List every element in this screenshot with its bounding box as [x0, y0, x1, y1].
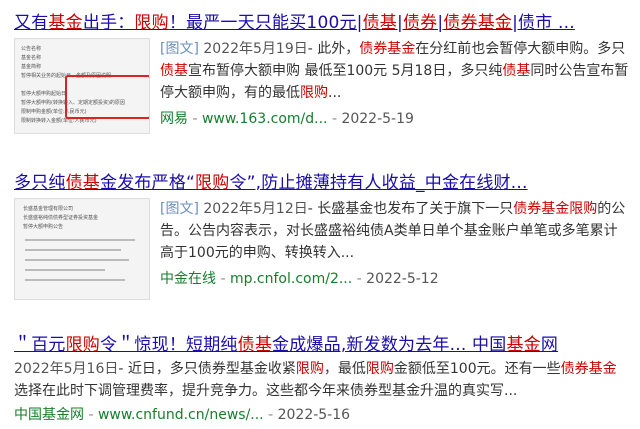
highlighted-keyword: 债券基金 [359, 41, 416, 57]
title-text: 多只纯 [14, 173, 66, 193]
result-title-link[interactable]: ＂百元限购令＂惊现！短期纯债基金成爆品,新发数为去年... 中国基金网 [14, 330, 558, 355]
snippet-text: - 近日，多只债券型基金收紧 [118, 361, 296, 377]
separator: - [188, 111, 202, 127]
snippet-text: 选择在此时下调管理费率，提升竞争力。这些都今年来债券型基金升温的真实写... [14, 383, 518, 399]
source-url: www.163.com/d... [201, 111, 328, 127]
source-name: 中国基金网 [14, 407, 84, 423]
image-text-tag: [图文] [160, 41, 204, 57]
search-result-2: 多只纯债基金发布严格“限购令”,防止摊薄持有人收益_中金在线财... 长盛基金管… [0, 160, 640, 310]
result-snippet: [图文] 2022年5月12日- 长盛基金也发布了关于旗下一只债券基金限购的公告… [160, 198, 630, 264]
snippet-text: 多只 [597, 41, 626, 57]
title-text: 令＂惊现！短期纯 [100, 335, 238, 355]
highlighted-keyword: 债基 [237, 335, 273, 355]
highlighted-keyword: 基金 [48, 13, 83, 33]
result-title-link[interactable]: 多只纯债基金发布严格“限购令”,防止摊薄持有人收益_中金在线财... [14, 168, 528, 193]
highlighted-keyword: 限购 [134, 13, 169, 33]
snippet-text: - 长盛基金也发布了关于旗下一只 [307, 201, 514, 217]
result-source[interactable]: 中金在线 - mp.cnfol.com/2... - 2022-5-12 [160, 268, 439, 288]
highlighted-keyword: 限购 [365, 361, 394, 377]
source-url: www.cnfund.cn/news/... [97, 407, 264, 423]
highlighted-keyword: 限购 [195, 173, 230, 193]
search-result-1: 又有基金出手：限购！最严一天只能买100元|债基|债券|债券基金|债市 ... … [0, 0, 640, 140]
title-text: 网 [540, 335, 559, 355]
thumbnail-text-line [25, 249, 121, 251]
thumbnail-line: 基金简称 [21, 64, 42, 70]
search-result-3: ＂百元限购令＂惊现！短期纯债基金成爆品,新发数为去年... 中国基金网 2022… [0, 322, 640, 429]
thumbnail-document-text: 长盛基金管理有限公司长盛盛裕纯债债券型证券投资基金 暂停大额申购公告 [23, 205, 98, 232]
result-thumbnail[interactable]: 公告名称 基金名称 基金简称 暂停相关业务的起始日、金额及原因说明 暂停大额申购起始日… [14, 38, 150, 134]
separator: - [216, 271, 230, 287]
source-url: mp.cnfol.com/2... [229, 271, 353, 287]
thumbnail-line: 基金名称 [21, 55, 42, 61]
thumbnail-line: 长盛盛裕纯债债券型证券投资基金 [23, 215, 99, 221]
highlighted-keyword: 限购 [300, 85, 328, 101]
title-text: |债市 ... [512, 13, 575, 33]
snippet-date: 2022年5月16日 [14, 361, 119, 377]
title-text: 出手： [82, 13, 135, 33]
snippet-text: ，最低 [323, 361, 366, 377]
separator: - [352, 271, 367, 287]
result-snippet: 2022年5月16日- 近日，多只债券型基金收紧限购，最低限购金额低至100元。… [14, 358, 630, 402]
snippet-text: ... [328, 85, 342, 101]
title-text: 金成爆品,新发数为去年... 中国 [272, 335, 507, 355]
source-time: 2022-5-19 [341, 111, 414, 127]
title-text: 金发布严格“ [100, 173, 196, 193]
result-source[interactable]: 中国基金网 - www.cnfund.cn/news/... - 2022-5-… [14, 404, 350, 424]
title-text: 又有 [14, 13, 49, 33]
source-time: 2022-5-16 [277, 407, 351, 423]
thumbnail-line: 长盛基金管理有限公司 [23, 206, 74, 212]
snippet-text: - 此外， [307, 41, 360, 57]
highlighted-keyword: 限购 [569, 201, 598, 217]
highlighted-keyword: 债券基金 [443, 13, 513, 33]
separator: - [263, 407, 278, 423]
thumbnail-text-line [25, 279, 125, 281]
thumbnail-highlight-box [65, 75, 149, 119]
thumbnail-text-line [25, 239, 135, 241]
snippet-date: 2022年5月19日 [203, 41, 308, 57]
title-text: ！最严一天只能买100元| [168, 13, 363, 33]
separator: - [327, 111, 342, 127]
snippet-text: 金额低至100元。还有一些 [393, 361, 561, 377]
highlighted-keyword: 限购 [65, 335, 101, 355]
highlighted-keyword: 债基 [362, 13, 398, 33]
highlighted-keyword: 债券 [402, 13, 438, 33]
result-snippet: [图文] 2022年5月19日- 此外，债券基金在分红前也会暂停大额申购。多只债… [160, 38, 630, 104]
source-time: 2022-5-12 [366, 271, 439, 287]
title-text: 令”,防止摊薄持有人收益_中金在线财... [229, 173, 528, 193]
source-name: 中金在线 [160, 271, 216, 287]
separator: - [84, 407, 98, 423]
image-text-tag: [图文] [160, 201, 204, 217]
thumbnail-text-line [25, 269, 105, 271]
source-name: 网易 [160, 111, 188, 127]
result-source[interactable]: 网易 - www.163.com/d... - 2022-5-19 [160, 108, 414, 128]
thumbnail-text-line [25, 259, 129, 261]
snippet-text: 宣布暂停大额申购 最低至100元 5月18日，多只纯 [188, 63, 503, 79]
result-thumbnail[interactable]: 长盛基金管理有限公司长盛盛裕纯债债券型证券投资基金 暂停大额申购公告 [14, 198, 150, 300]
highlighted-keyword: 债基 [502, 63, 531, 79]
snippet-text: 在分红前也会暂停大额申购。 [415, 41, 598, 57]
highlighted-keyword: 债基 [65, 173, 101, 193]
title-text: ＂百元 [14, 335, 66, 355]
highlighted-keyword: 限购 [295, 361, 324, 377]
thumbnail-line: 公告名称 [21, 46, 42, 52]
highlighted-keyword: 基金 [506, 335, 541, 355]
highlighted-keyword: 债基 [160, 63, 188, 79]
snippet-date: 2022年5月12日 [203, 201, 308, 217]
highlighted-keyword: 债券基金 [513, 201, 570, 217]
highlighted-keyword: 债券基金 [560, 361, 617, 377]
thumbnail-line: 暂停大额申购公告 [23, 224, 64, 230]
result-title-link[interactable]: 又有基金出手：限购！最严一天只能买100元|债基|债券|债券基金|债市 ... [14, 8, 575, 33]
